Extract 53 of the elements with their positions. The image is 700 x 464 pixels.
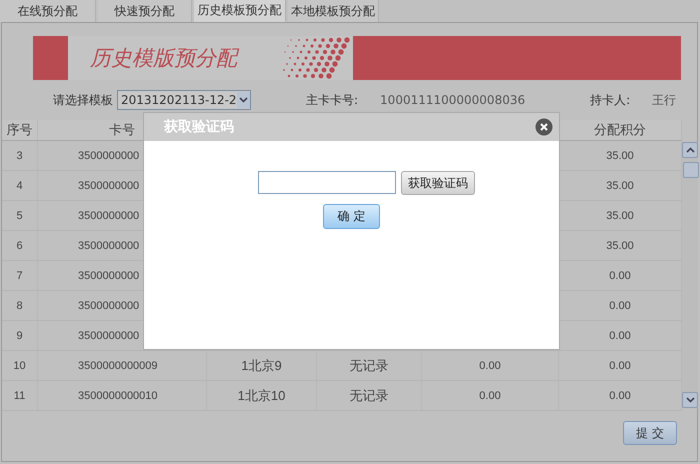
code-input-field[interactable] <box>258 171 396 194</box>
get-code-button[interactable]: 获取验证码 <box>401 171 475 195</box>
table-cell: 无记录 <box>350 386 388 404</box>
holder-value: 王行 <box>652 92 676 108</box>
tab[interactable]: 本地模板预分配 <box>288 0 379 22</box>
table-cell: 3500000000 <box>78 150 140 162</box>
submit-button[interactable]: 提 交 <box>623 421 677 445</box>
table-cell: 无记录 <box>350 356 388 374</box>
table-cell: 9 <box>16 330 23 342</box>
banner-block <box>33 36 68 80</box>
card-number-label: 主卡卡号: <box>306 92 358 108</box>
table-cell: 1北京9 <box>241 356 282 374</box>
table-cell: 3500000000 <box>78 330 140 342</box>
table-cell: 7 <box>16 270 23 282</box>
table-cell: 3500000000 <box>78 240 140 252</box>
holder-label: 持卡人: <box>590 92 630 108</box>
tab[interactable]: 历史模板预分配 <box>194 0 286 22</box>
table-cell: 5 <box>16 210 23 222</box>
table-cell: 3500000000009 <box>78 360 158 372</box>
table-cell: 0.00 <box>479 360 501 372</box>
tab[interactable]: 快速预分配 <box>98 0 192 22</box>
table-cell: 35.00 <box>606 180 634 192</box>
tab[interactable]: 在线预分配 <box>0 0 96 22</box>
scrollbar[interactable] <box>682 142 698 408</box>
table-cell: 3500000000 <box>78 180 140 192</box>
table-cell: 3500000000 <box>78 300 140 312</box>
table-cell: 6 <box>16 240 23 252</box>
table-cell: 35.00 <box>606 240 634 252</box>
banner-title: 历史模版预分配 <box>90 45 243 71</box>
table-cell: 3 <box>16 150 23 162</box>
table-cell: 10 <box>13 360 26 372</box>
table-cell: 4 <box>16 180 23 192</box>
scroll-thumb[interactable] <box>683 162 699 178</box>
table-cell: 1北京10 <box>238 386 286 404</box>
table-cell: 0.00 <box>609 270 631 282</box>
table-cell: 0.00 <box>479 390 501 402</box>
column-header: 序号 <box>2 120 38 140</box>
table-cell: 0.00 <box>609 300 631 312</box>
table-cell: 0.00 <box>609 360 631 372</box>
table-cell: 3500000000 <box>78 270 140 282</box>
template-label: 请选择模板 <box>53 92 113 108</box>
table-cell: 0.00 <box>609 330 631 342</box>
close-icon[interactable] <box>535 118 553 136</box>
table-cell: 35.00 <box>606 150 634 162</box>
table-cell: 3500000000 <box>78 210 140 222</box>
table-cell: 35.00 <box>606 210 634 222</box>
card-number-value: 1000111100000008036 <box>380 93 526 107</box>
table-cell: 0.00 <box>609 390 631 402</box>
confirm-button[interactable]: 确 定 <box>323 204 380 229</box>
table-cell: 3500000000010 <box>78 390 158 402</box>
table-cell: 8 <box>16 300 23 312</box>
table-cell: 11 <box>14 390 26 402</box>
template-select[interactable]: 20131202113-12-2 <box>117 90 251 110</box>
